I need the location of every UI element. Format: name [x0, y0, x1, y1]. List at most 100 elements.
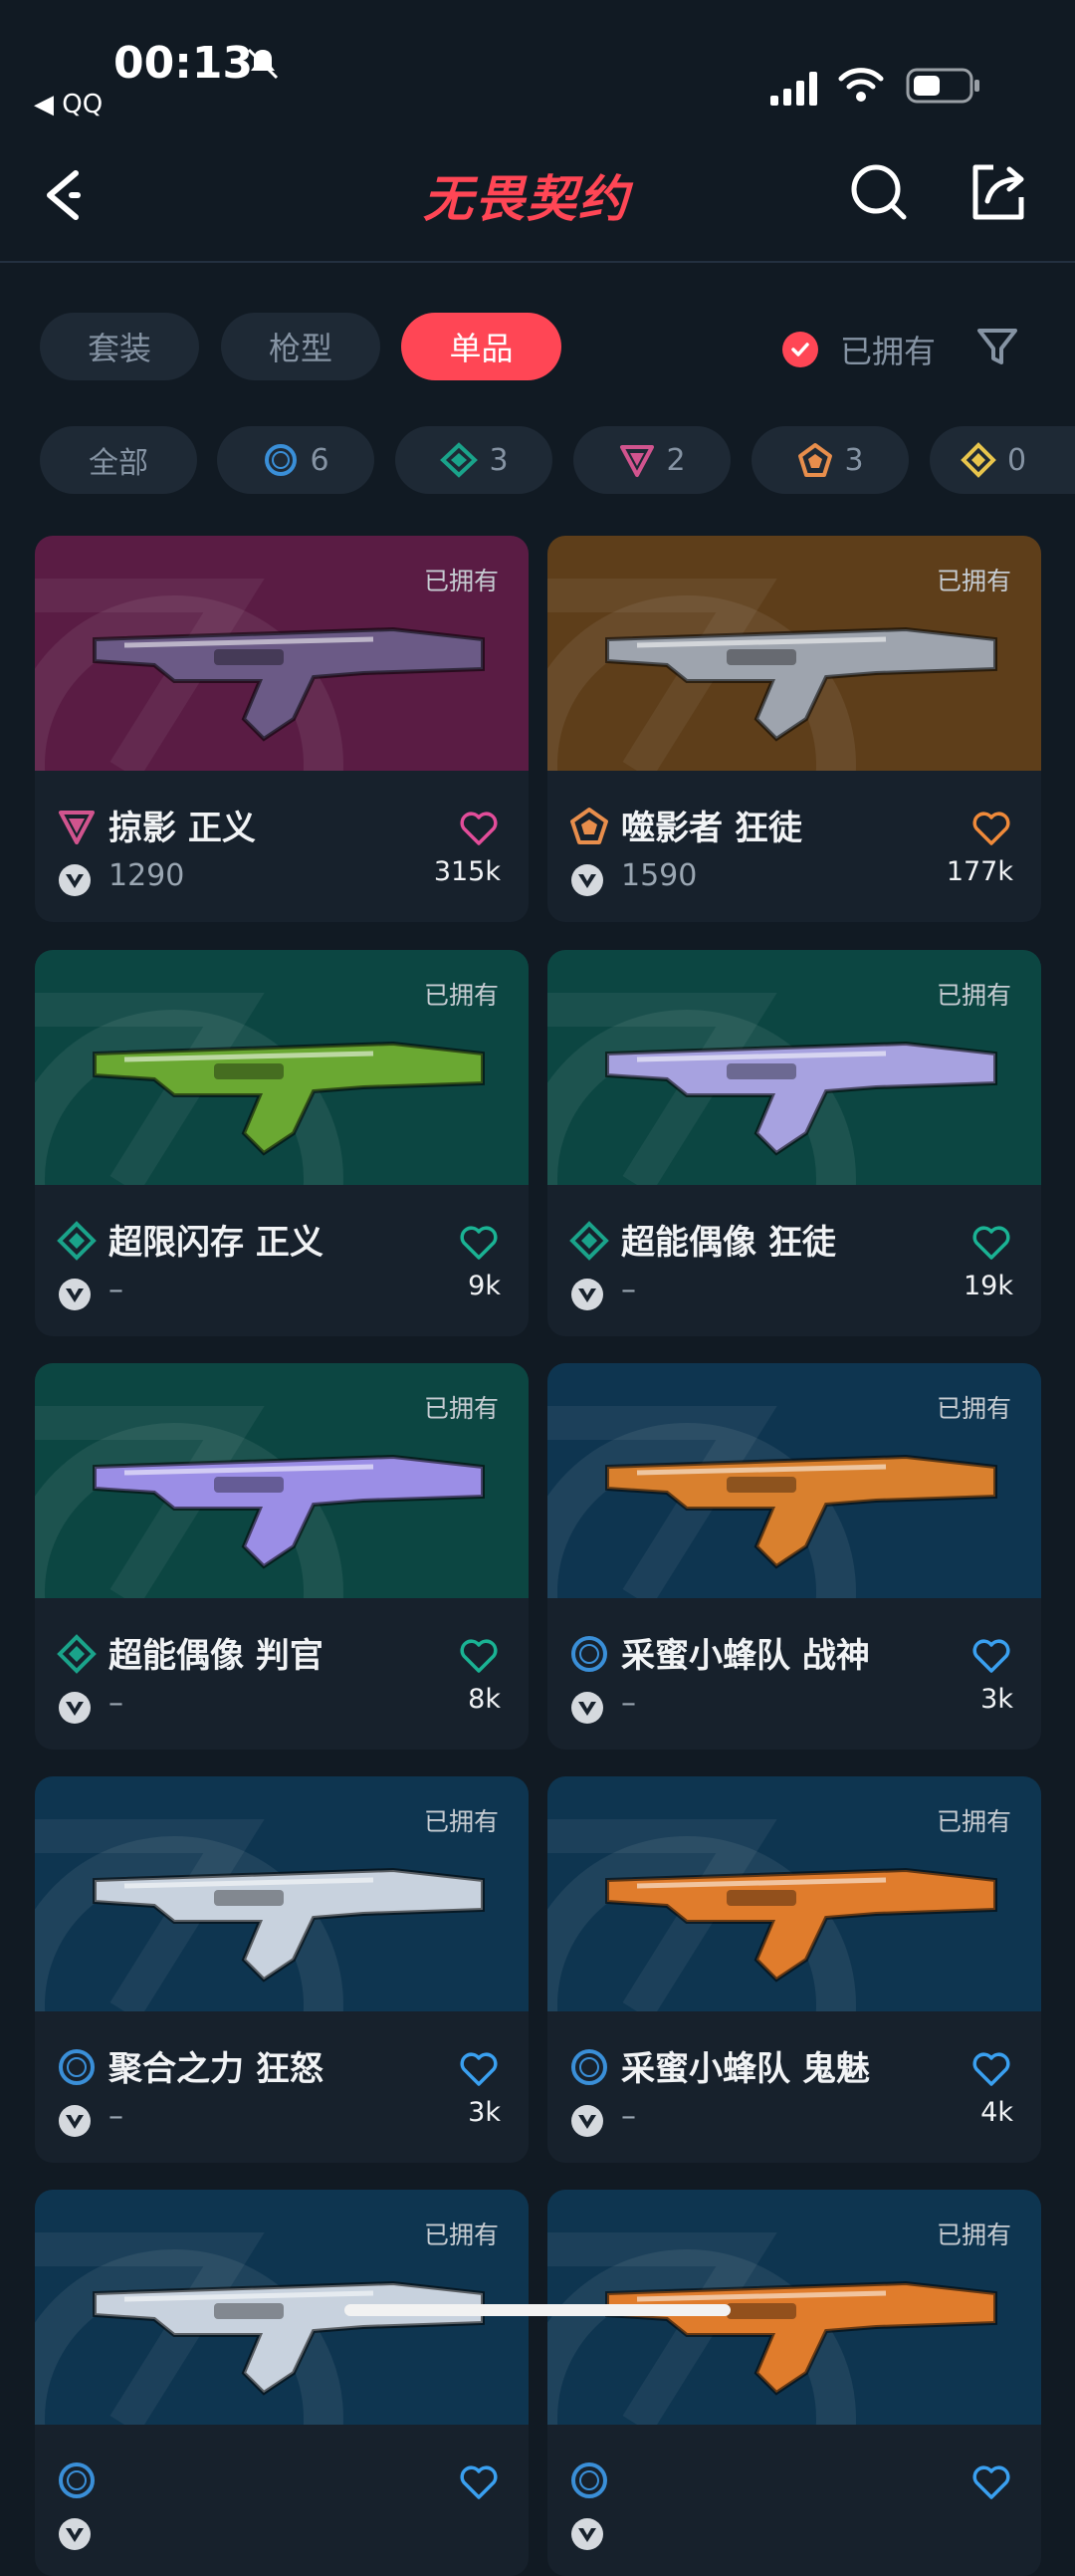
- checkbox-checked-icon: [782, 332, 818, 367]
- skin-card[interactable]: 已拥有 超限闪存 正义 – 9k: [35, 950, 529, 1336]
- top-nav: 无畏契约: [0, 139, 1075, 263]
- skin-price: –: [108, 1273, 123, 1307]
- mute-icon: [247, 48, 279, 80]
- heart-icon[interactable]: [971, 1225, 1011, 1261]
- skin-price: –: [108, 2099, 123, 2134]
- select-tier-icon: [265, 444, 298, 476]
- ultra-tier-icon: [961, 442, 996, 478]
- like-count: 315k: [433, 856, 501, 887]
- heart-icon[interactable]: [971, 2051, 1011, 2087]
- tier-chip-premium[interactable]: 2: [573, 426, 731, 494]
- valorant-points-icon: [571, 2518, 603, 2550]
- like-count: 19k: [964, 1271, 1013, 1301]
- like-count: 177k: [946, 856, 1013, 887]
- premium-tier-icon: [620, 445, 655, 477]
- tab-bundles[interactable]: 套装: [40, 313, 199, 380]
- skin-banner: 已拥有: [547, 536, 1041, 771]
- home-indicator[interactable]: [344, 2304, 731, 2316]
- heart-icon[interactable]: [459, 1638, 499, 1674]
- valorant-points-icon: [59, 2518, 91, 2550]
- tier-chip-exclusive[interactable]: 3: [752, 426, 909, 494]
- valorant-points-icon: [571, 1692, 603, 1724]
- skin-banner: 已拥有: [35, 536, 529, 771]
- premium-tier-icon: [59, 811, 95, 844]
- skin-banner: 已拥有: [547, 950, 1041, 1185]
- owned-label: 已拥有: [423, 1807, 499, 1836]
- signal-icon: [770, 72, 817, 106]
- heart-icon[interactable]: [459, 1225, 499, 1261]
- tier-chip-all[interactable]: 全部: [40, 426, 197, 494]
- heart-icon[interactable]: [971, 2464, 1011, 2500]
- owned-label: 已拥有: [423, 567, 499, 595]
- skin-card[interactable]: 已拥有: [547, 2190, 1041, 2576]
- owned-label: 已拥有: [423, 2221, 499, 2249]
- skin-name: 噬影者 狂徒: [621, 809, 802, 848]
- tier-chip-ultra[interactable]: 0: [930, 426, 1075, 494]
- heart-icon[interactable]: [459, 2051, 499, 2087]
- skin-card[interactable]: 已拥有: [35, 2190, 529, 2576]
- skin-name: 超限闪存 正义: [108, 1223, 323, 1263]
- skin-price: 1590: [621, 858, 698, 893]
- skin-card[interactable]: 已拥有 超能偶像 狂徒 – 19k: [547, 950, 1041, 1336]
- app-logo-title: 无畏契约: [423, 170, 630, 228]
- tier-chip-select[interactable]: 6: [217, 426, 374, 494]
- valorant-points-icon: [571, 864, 603, 896]
- skin-card[interactable]: 已拥有 掠影 正义 1290 315k: [35, 536, 529, 922]
- skin-name: 聚合之力 狂怒: [108, 2049, 323, 2089]
- exclusive-tier-icon: [798, 443, 833, 477]
- share-icon[interactable]: [964, 157, 1033, 227]
- valorant-points-icon: [571, 1279, 603, 1310]
- deluxe-tier-icon: [57, 1634, 97, 1674]
- valorant-points-icon: [59, 1692, 91, 1724]
- skin-card[interactable]: 已拥有 噬影者 狂徒 1590 177k: [547, 536, 1041, 922]
- battery-icon: [906, 68, 979, 104]
- skin-price: 1290: [108, 858, 185, 893]
- deluxe-tier-icon: [440, 442, 479, 478]
- deluxe-tier-icon: [569, 1221, 609, 1261]
- heart-icon[interactable]: [459, 811, 499, 846]
- filter-icon[interactable]: [975, 325, 1019, 368]
- tab-weapon-types[interactable]: 枪型: [221, 313, 380, 380]
- owned-label: 已拥有: [936, 981, 1011, 1010]
- search-icon[interactable]: [844, 157, 914, 227]
- heart-icon[interactable]: [459, 2464, 499, 2500]
- wifi-icon: [838, 68, 884, 102]
- skin-banner: 已拥有: [35, 950, 529, 1185]
- like-count: 8k: [468, 1684, 501, 1715]
- owned-filter-toggle[interactable]: 已拥有: [782, 327, 936, 372]
- tab-items[interactable]: 单品: [401, 313, 561, 380]
- heart-icon[interactable]: [971, 1638, 1011, 1674]
- skin-card[interactable]: 已拥有 采蜜小蜂队 鬼魅 – 4k: [547, 1776, 1041, 2163]
- skin-name: 超能偶像 狂徒: [621, 1223, 836, 1263]
- skin-name: 采蜜小蜂队 鬼魅: [621, 2049, 870, 2089]
- owned-label: 已拥有: [936, 1807, 1011, 1836]
- valorant-points-icon: [571, 2105, 603, 2137]
- skin-card[interactable]: 已拥有 聚合之力 狂怒 – 3k: [35, 1776, 529, 2163]
- skin-price: –: [108, 1686, 123, 1721]
- skin-name: 采蜜小蜂队 战神: [621, 1636, 870, 1676]
- skin-price: –: [621, 2099, 636, 2134]
- heart-icon[interactable]: [971, 811, 1011, 846]
- owned-label: 已拥有: [936, 567, 1011, 595]
- select-tier-icon: [571, 2049, 607, 2085]
- owned-filter-label: 已拥有: [840, 333, 937, 370]
- like-count: 9k: [468, 1271, 501, 1301]
- clock: 00:13: [113, 38, 254, 89]
- select-tier-icon: [59, 2462, 95, 2498]
- owned-label: 已拥有: [936, 2221, 1011, 2249]
- skin-banner: 已拥有: [35, 1363, 529, 1598]
- valorant-points-icon: [59, 2105, 91, 2137]
- owned-label: 已拥有: [423, 1394, 499, 1423]
- select-tier-icon: [59, 2049, 95, 2085]
- select-tier-icon: [571, 1636, 607, 1672]
- back-to-app-link[interactable]: ◀ QQ: [34, 90, 103, 119]
- valorant-points-icon: [59, 1279, 91, 1310]
- skin-card[interactable]: 已拥有 超能偶像 判官 – 8k: [35, 1363, 529, 1750]
- exclusive-tier-icon: [570, 808, 608, 844]
- tier-chip-deluxe[interactable]: 3: [395, 426, 552, 494]
- select-tier-icon: [571, 2462, 607, 2498]
- owned-label: 已拥有: [423, 981, 499, 1010]
- back-arrow-icon[interactable]: [38, 151, 98, 241]
- skin-banner: 已拥有: [547, 1776, 1041, 2011]
- skin-card[interactable]: 已拥有 采蜜小蜂队 战神 – 3k: [547, 1363, 1041, 1750]
